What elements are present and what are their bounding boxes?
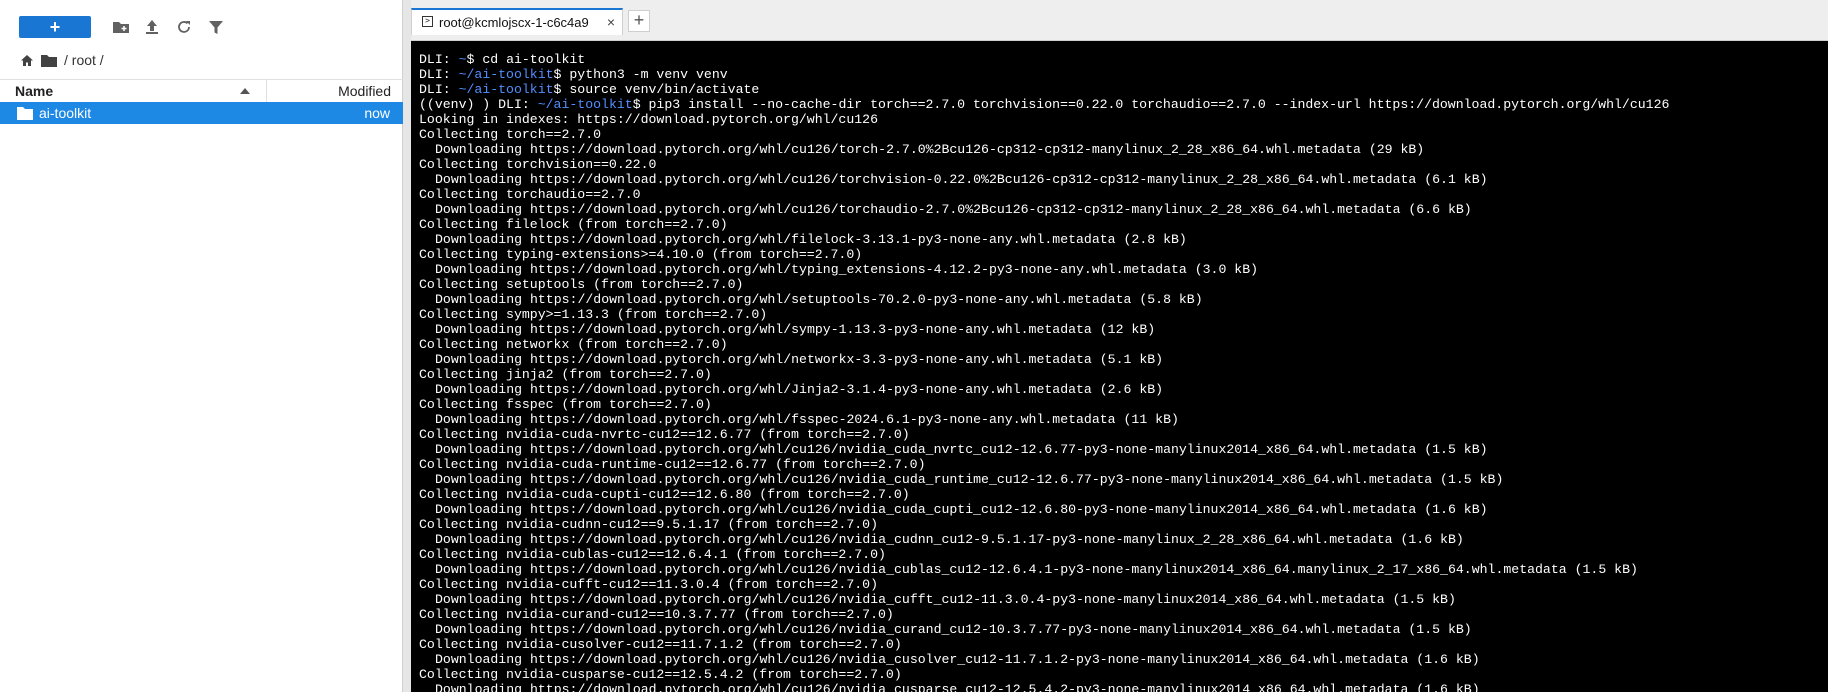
column-divider[interactable] [266, 80, 267, 102]
new-launcher-button[interactable]: + [19, 16, 91, 38]
new-folder-icon[interactable] [112, 18, 130, 36]
terminal-line: Collecting nvidia-cuda-cupti-cu12==12.6.… [419, 487, 910, 502]
terminal-line: Collecting nvidia-cuda-runtime-cu12==12.… [419, 457, 926, 472]
close-icon[interactable]: × [607, 14, 615, 30]
terminal-line: Downloading https://download.pytorch.org… [435, 472, 1504, 487]
column-name-header[interactable]: Name [15, 83, 53, 99]
filter-icon[interactable] [207, 18, 225, 36]
terminal-lines: DLI: ~$ cd ai-toolkit DLI: ~/ai-toolkit$ … [419, 52, 1824, 692]
terminal-line: Collecting typing-extensions>=4.10.0 (fr… [419, 247, 863, 262]
prompt-path: ~/ai-toolkit [537, 97, 633, 112]
terminal-line: Downloading https://download.pytorch.org… [435, 232, 1187, 247]
terminal-line: Collecting nvidia-cuda-nvrtc-cu12==12.6.… [419, 427, 910, 442]
terminal-line: ((venv) ) DLI: ~/ai-toolkit$ pip3 instal… [419, 97, 1824, 112]
terminal-line: Downloading https://download.pytorch.org… [435, 202, 1472, 217]
upload-icon[interactable] [143, 18, 161, 36]
prompt-host: ((venv) ) DLI: [419, 97, 538, 112]
terminal-line: Collecting torchaudio==2.7.0 [419, 187, 641, 202]
terminal-line: Downloading https://download.pytorch.org… [435, 172, 1488, 187]
terminal-line: Collecting torch==2.7.0 [419, 127, 602, 142]
terminal-line: Collecting sympy>=1.13.3 (from torch==2.… [419, 307, 768, 322]
file-browser-toolbar: + [0, 0, 403, 50]
tab-terminal[interactable]: > root@kcmlojscx-1-c6c4a9 × [411, 8, 623, 35]
terminal-line: Collecting jinja2 (from torch==2.7.0) [419, 367, 712, 382]
prompt-path: ~/ai-toolkit [458, 67, 554, 82]
list-item[interactable]: ai-toolkit now [0, 102, 403, 124]
tab-title: root@kcmlojscx-1-c6c4a9 [439, 15, 589, 30]
terminal-output[interactable]: DLI: ~$ cd ai-toolkit DLI: ~/ai-toolkit$ … [411, 41, 1828, 692]
terminal-line: Downloading https://download.pytorch.org… [435, 412, 1179, 427]
terminal-line: DLI: ~/ai-toolkit$ source venv/bin/activ… [419, 82, 1824, 97]
prompt-host: DLI: [419, 82, 459, 97]
home-icon[interactable] [20, 54, 34, 67]
panel-divider[interactable] [403, 0, 411, 692]
terminal-line: Downloading https://download.pytorch.org… [435, 562, 1638, 577]
terminal-line: Downloading https://download.pytorch.org… [435, 382, 1164, 397]
terminal-line: Collecting nvidia-cusparse-cu12==12.5.4.… [419, 667, 902, 682]
tab-bar: > root@kcmlojscx-1-c6c4a9 × + [411, 0, 1828, 41]
terminal-line: Downloading https://download.pytorch.org… [435, 502, 1488, 517]
terminal-line: Downloading https://download.pytorch.org… [435, 532, 1464, 547]
folder-icon[interactable] [41, 54, 57, 67]
terminal-line: Downloading https://download.pytorch.org… [435, 592, 1456, 607]
prompt-command: $ python3 -m venv venv [553, 67, 728, 82]
terminal-line: Downloading https://download.pytorch.org… [435, 682, 1480, 692]
terminal-line: Downloading https://download.pytorch.org… [435, 652, 1480, 667]
terminal-line: Downloading https://download.pytorch.org… [435, 142, 1425, 157]
prompt-command: $ cd ai-toolkit [466, 52, 586, 67]
prompt-path: ~/ai-toolkit [458, 82, 554, 97]
terminal-line: Collecting setuptools (from torch==2.7.0… [419, 277, 744, 292]
terminal-line: Downloading https://download.pytorch.org… [435, 322, 1156, 337]
prompt-command: $ pip3 install --no-cache-dir torch==2.7… [632, 97, 1670, 112]
terminal-line: Downloading https://download.pytorch.org… [435, 292, 1203, 307]
breadcrumb-path[interactable]: / root / [64, 52, 104, 68]
terminal-line: DLI: ~/ai-toolkit$ python3 -m venv venv [419, 67, 1824, 82]
terminal-line: Downloading https://download.pytorch.org… [435, 622, 1472, 637]
terminal-line: Downloading https://download.pytorch.org… [435, 262, 1259, 277]
terminal-line: Collecting nvidia-cufft-cu12==11.3.0.4 (… [419, 577, 878, 592]
sort-ascending-icon[interactable] [240, 88, 250, 94]
folder-icon [17, 106, 33, 120]
file-browser-panel: + / root / Name Modified ai-toolkit now [0, 0, 403, 692]
prompt-path: ~ [458, 52, 467, 67]
terminal-line: Downloading https://download.pytorch.org… [435, 352, 1164, 367]
refresh-icon[interactable] [175, 18, 193, 36]
terminal-line: Collecting networkx (from torch==2.7.0) [419, 337, 728, 352]
file-modified: now [364, 105, 390, 121]
file-name: ai-toolkit [39, 105, 92, 121]
breadcrumb: / root / [20, 50, 104, 70]
prompt-host: DLI: [419, 67, 459, 82]
add-tab-button[interactable]: + [628, 10, 650, 32]
terminal-line: Collecting nvidia-cublas-cu12==12.6.4.1 … [419, 547, 886, 562]
column-modified-header[interactable]: Modified [338, 83, 391, 99]
prompt-host: DLI: [419, 52, 459, 67]
terminal-line: Collecting nvidia-cudnn-cu12==9.5.1.17 (… [419, 517, 878, 532]
terminal-line: Collecting filelock (from torch==2.7.0) [419, 217, 728, 232]
terminal-icon: > [422, 16, 433, 27]
terminal-line: Collecting torchvision==0.22.0 [419, 157, 657, 172]
terminal-line: Collecting fsspec (from torch==2.7.0) [419, 397, 712, 412]
file-list-header: Name Modified [0, 79, 403, 103]
terminal-line: Collecting nvidia-cusolver-cu12==11.7.1.… [419, 637, 902, 652]
terminal-line: Collecting nvidia-curand-cu12==10.3.7.77… [419, 607, 894, 622]
terminal-line: DLI: ~$ cd ai-toolkit [419, 52, 1824, 67]
prompt-command: $ source venv/bin/activate [553, 82, 760, 97]
terminal-line: Downloading https://download.pytorch.org… [435, 442, 1488, 457]
terminal-line: Looking in indexes: https://download.pyt… [419, 112, 878, 127]
